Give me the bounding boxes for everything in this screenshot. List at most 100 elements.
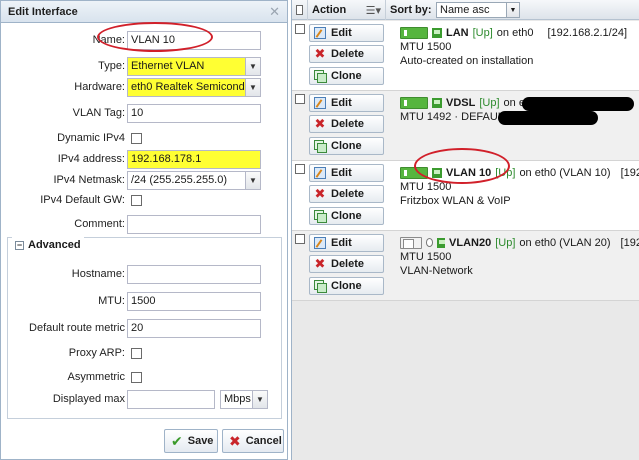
delete-label: Delete <box>331 48 365 60</box>
chevron-down-icon[interactable]: ▼ <box>245 172 260 189</box>
clone-button[interactable]: Clone <box>309 137 384 155</box>
clone-button[interactable]: Clone <box>309 207 384 225</box>
clone-icon <box>314 210 327 223</box>
row-checkbox[interactable] <box>295 94 305 104</box>
clone-button[interactable]: Clone <box>309 67 384 85</box>
hostname-input[interactable] <box>127 265 261 284</box>
netmask-select[interactable]: /24 (255.255.255.0) ▼ <box>127 171 261 190</box>
sortby-label: Sort by: <box>390 4 432 16</box>
clone-label: Clone <box>331 280 362 292</box>
row-checkbox[interactable] <box>295 164 305 174</box>
chevron-down-icon[interactable]: ▼ <box>245 58 260 75</box>
sortby-select[interactable]: Name asc ▼ <box>436 2 520 18</box>
type-select[interactable]: Ethernet VLAN ▼ <box>127 57 261 76</box>
ipv4-label: IPv4 address: <box>57 153 125 165</box>
ipv4-input[interactable]: 192.168.178.1 <box>127 150 261 169</box>
action-column-header[interactable]: Action ☰▾ <box>308 0 386 20</box>
edit-icon <box>314 237 326 249</box>
advanced-legend[interactable]: − Advanced <box>12 237 84 253</box>
toggle-switch-icon[interactable] <box>400 26 428 39</box>
delete-label: Delete <box>331 118 365 130</box>
type-label: Type: <box>98 60 125 72</box>
comment-input[interactable] <box>127 215 261 234</box>
sortby-value: Name asc <box>440 4 490 16</box>
interface-mtu: MTU 1500 <box>400 251 452 263</box>
interface-mtu: MTU 1500 <box>400 41 452 53</box>
metric-row: Default route metric 20 <box>1 319 289 339</box>
hostname-label: Hostname: <box>71 268 125 280</box>
name-input[interactable]: VLAN 10 <box>127 31 261 50</box>
select-all-checkbox[interactable] <box>296 5 303 15</box>
netmask-value: /24 (255.255.255.0) <box>131 174 228 186</box>
delete-button[interactable]: ✖ Delete <box>309 255 384 273</box>
chevron-down-icon[interactable]: ▼ <box>252 391 267 408</box>
comment-label: Comment: <box>74 218 125 230</box>
clone-icon <box>314 140 327 153</box>
close-icon[interactable]: ✕ <box>269 4 280 20</box>
cancel-label: Cancel <box>245 435 282 447</box>
netmask-label: IPv4 Netmask: <box>53 174 125 186</box>
edit-button[interactable]: Edit <box>309 164 384 182</box>
edit-button[interactable]: Edit <box>309 24 384 42</box>
cancel-button[interactable]: ✖ Cancel <box>222 429 284 453</box>
edit-interface-panel: Edit Interface ✕ Name: VLAN 10 Type: Eth… <box>0 0 288 460</box>
hardware-value: eth0 Realtek Semiconduc <box>131 81 257 93</box>
maxdisp-input[interactable] <box>127 390 215 409</box>
ipv4-row: IPv4 address: 192.168.178.1 <box>1 150 289 170</box>
proxyarp-checkbox[interactable] <box>131 348 142 359</box>
advanced-title: Advanced <box>28 239 81 251</box>
clone-icon <box>314 70 327 83</box>
hardware-row: Hardware: eth0 Realtek Semiconduc ▼ <box>1 78 289 98</box>
gw-checkbox[interactable] <box>131 195 142 206</box>
toggle-switch-icon[interactable] <box>400 236 422 249</box>
edit-icon <box>314 97 326 109</box>
collapse-icon[interactable]: − <box>15 240 24 250</box>
edit-icon <box>314 167 326 179</box>
panel-header: Edit Interface ✕ <box>1 1 287 23</box>
edit-label: Edit <box>331 237 352 249</box>
edit-button[interactable]: Edit <box>309 94 384 112</box>
metric-input[interactable]: 20 <box>127 319 261 338</box>
delete-button[interactable]: ✖ Delete <box>309 185 384 203</box>
proxyarp-label: Proxy ARP: <box>68 347 125 359</box>
interface-description: Auto-created on installation <box>400 55 534 67</box>
proxyarp-row: Proxy ARP: <box>1 344 289 364</box>
comment-row: Comment: <box>1 215 289 235</box>
list-menu-icon[interactable]: ☰▾ <box>366 4 381 17</box>
mtu-input[interactable]: 1500 <box>127 292 261 311</box>
row-checkbox[interactable] <box>295 234 305 244</box>
hardware-label: Hardware: <box>74 81 125 93</box>
interface-info: LAN [Up] on eth0 [192.168.2.1/24] MTU 15… <box>400 25 639 68</box>
vlantag-input[interactable]: 10 <box>127 104 261 123</box>
edit-icon <box>314 27 326 39</box>
toggle-switch-icon[interactable] <box>400 96 428 109</box>
row-checkbox[interactable] <box>295 24 305 34</box>
dhcp-checkbox[interactable] <box>131 133 142 144</box>
save-button[interactable]: ✔ Save <box>164 429 218 453</box>
interface-device: on eth0 <box>496 26 534 39</box>
interface-description: VLAN-Network <box>400 265 473 277</box>
delete-button[interactable]: ✖ Delete <box>309 45 384 63</box>
clone-button[interactable]: Clone <box>309 277 384 295</box>
delete-label: Delete <box>331 188 365 200</box>
type-row: Type: Ethernet VLAN ▼ <box>1 57 289 77</box>
interface-status: [Up] <box>472 26 493 39</box>
unit-select[interactable]: Mbps ▼ <box>220 390 268 409</box>
delete-button[interactable]: ✖ Delete <box>309 115 384 133</box>
panel-title: Edit Interface <box>8 5 78 18</box>
asym-checkbox[interactable] <box>131 372 142 383</box>
delete-icon: ✖ <box>314 46 326 61</box>
edit-button[interactable]: Edit <box>309 234 384 252</box>
delete-icon: ✖ <box>314 116 326 131</box>
chevron-down-icon[interactable]: ▼ <box>506 3 519 17</box>
edit-label: Edit <box>331 167 352 179</box>
gw-row: IPv4 Default GW: <box>1 191 289 211</box>
radio-icon <box>425 238 434 247</box>
interface-name: VDSL <box>446 96 476 109</box>
chevron-down-icon[interactable]: ▼ <box>245 79 260 96</box>
mtu-label: MTU: <box>98 295 125 307</box>
interface-name: VLAN 10 <box>446 166 492 179</box>
name-row: Name: VLAN 10 <box>1 31 289 51</box>
hardware-select[interactable]: eth0 Realtek Semiconduc ▼ <box>127 78 261 97</box>
toggle-switch-icon[interactable] <box>400 166 428 179</box>
